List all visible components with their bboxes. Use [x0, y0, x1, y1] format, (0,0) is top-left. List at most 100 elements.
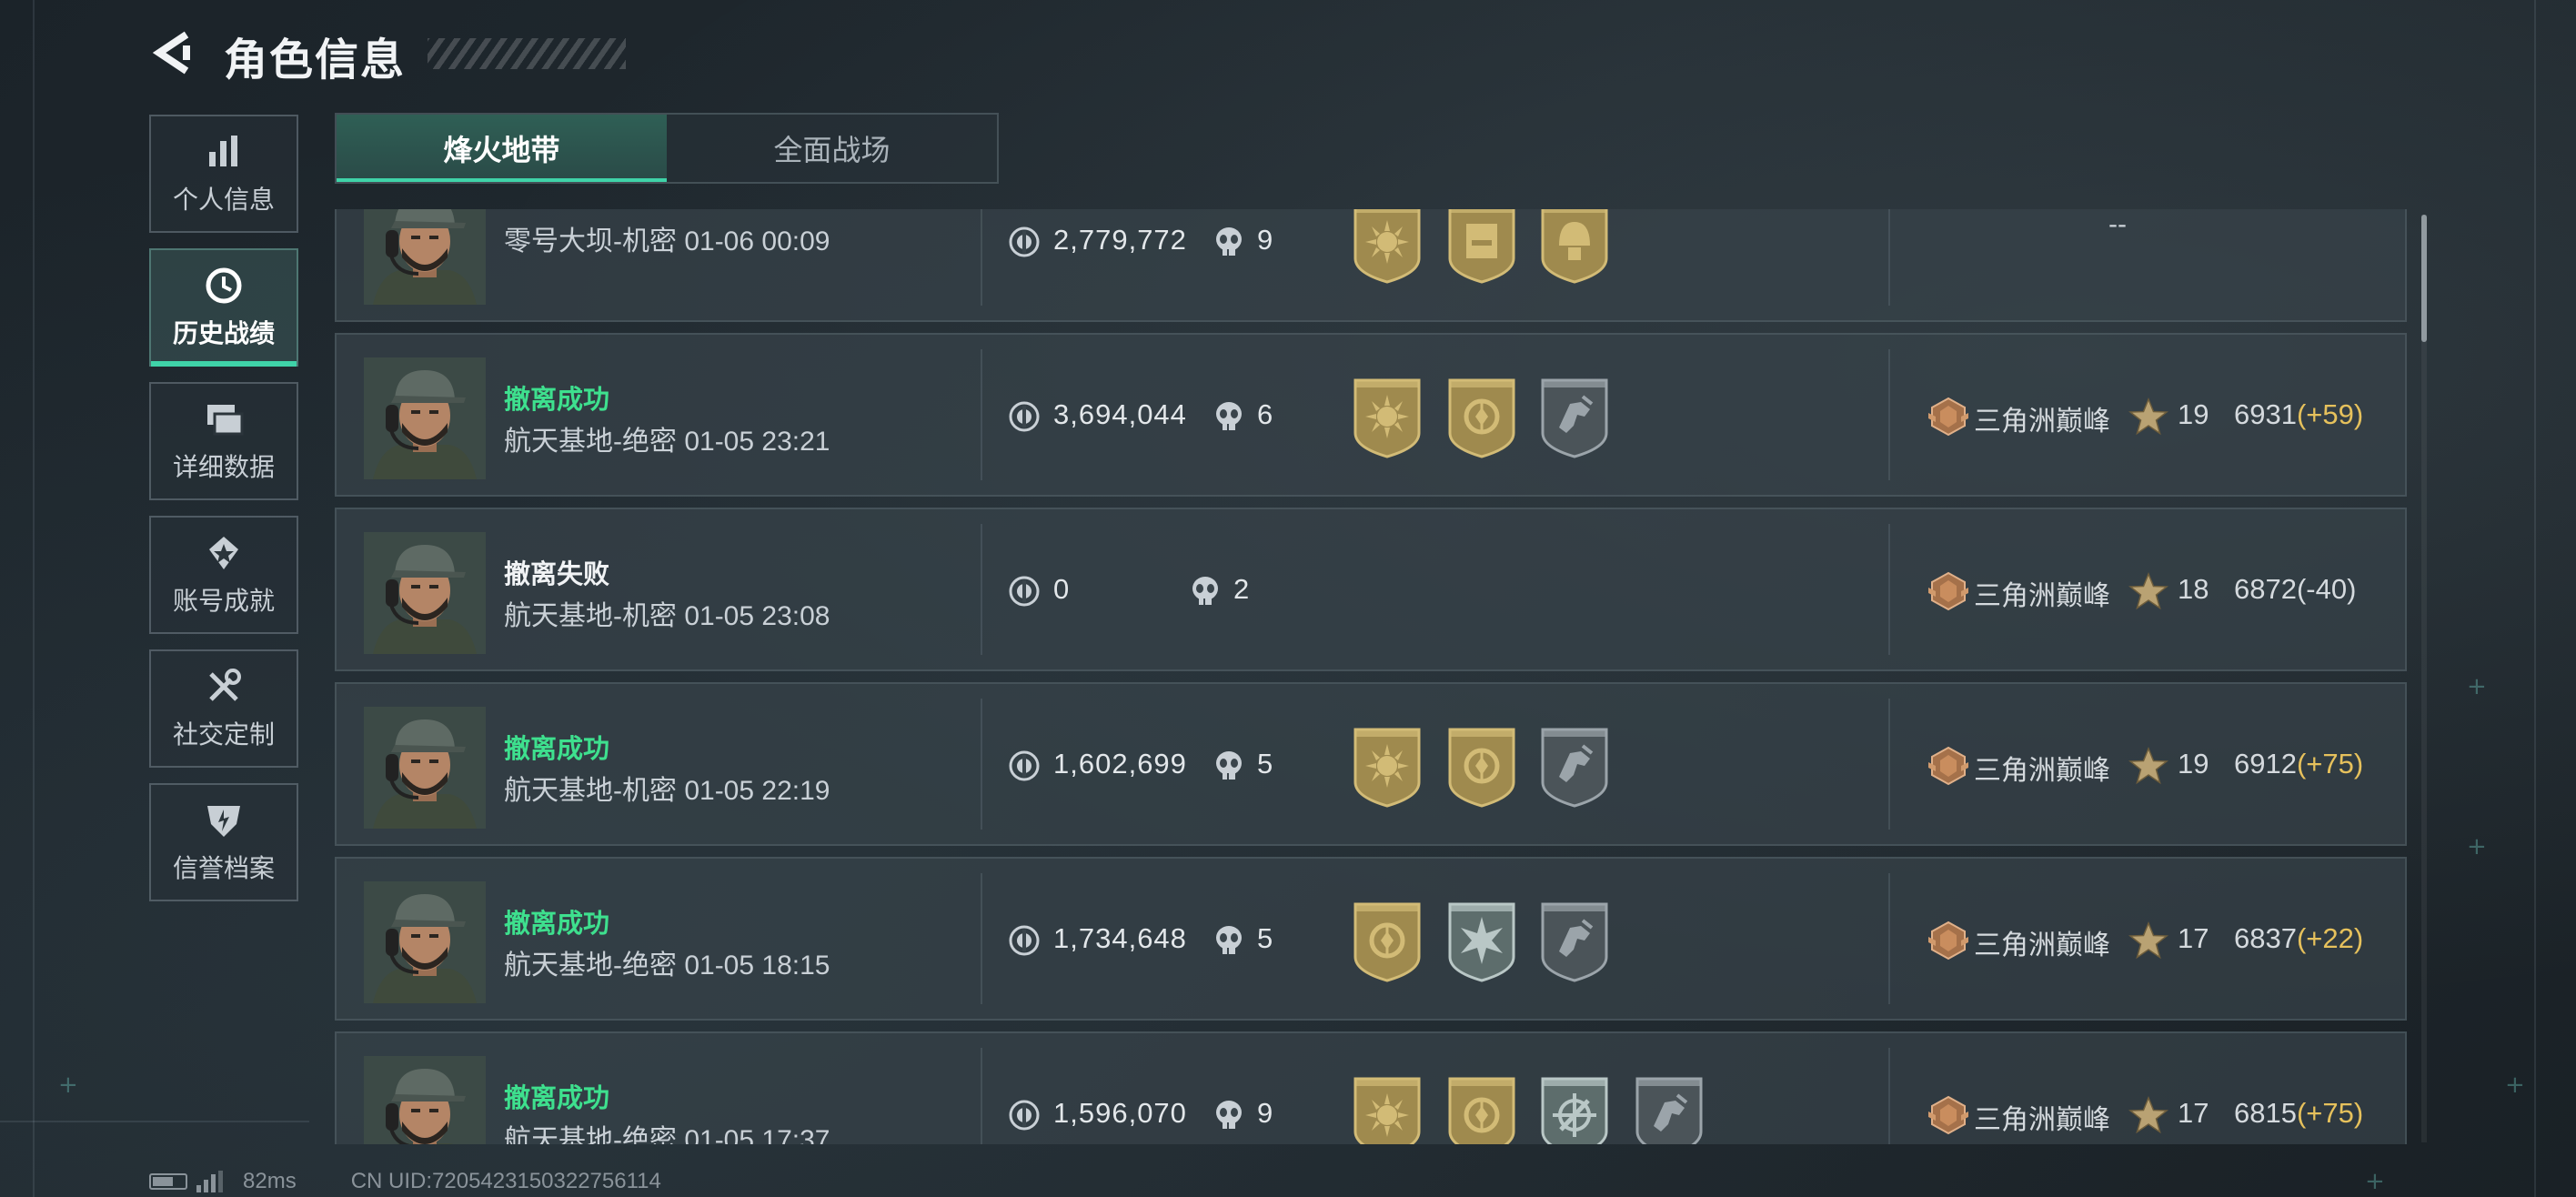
loot-value: 1,734,648 [1053, 922, 1187, 954]
back-arrow-icon [152, 31, 190, 75]
map-and-time: 航天基地-绝密 01-05 17:37 [504, 1125, 830, 1144]
match-record-row[interactable]: 撤离成功 航天基地-绝密 01-05 17:37 1,596,070 9 三角洲巅峰 17… [335, 1031, 2407, 1144]
column-divider [1888, 873, 1890, 1004]
shield-emblem-icon [203, 800, 245, 841]
sidebar-item-achievements[interactable]: 账号成就 [149, 516, 298, 634]
gold-sun-medal-icon[interactable] [1350, 209, 1424, 284]
rank-name: 三角洲巅峰 [1974, 756, 2110, 786]
tools-icon [203, 666, 245, 708]
operator-avatar [364, 707, 486, 829]
column-divider [1888, 209, 1890, 306]
rank-score: 6837(+22) [2234, 922, 2363, 955]
map-and-time: 零号大坝-机密 01-06 00:09 [504, 226, 830, 256]
rank-name: 三角洲巅峰 [1974, 930, 2110, 961]
score-delta: (+75) [2296, 748, 2364, 780]
score-delta: (-40) [2296, 573, 2357, 605]
match-record-row[interactable]: 撤离成功航天基地-绝密 01-05 18:15 1,734,648 5 三角洲巅峰 17… [335, 857, 2407, 1021]
column-divider [981, 524, 982, 655]
column-divider [981, 1048, 982, 1144]
star-icon [2128, 920, 2169, 961]
gold-sun-medal-icon[interactable] [1350, 377, 1424, 458]
gold-globe-medal-icon[interactable] [1444, 1075, 1519, 1144]
rank-badge-icon [1927, 919, 1970, 962]
rank-score: 6815(+75) [2234, 1097, 2363, 1130]
sidebar-item-label: 个人信息 [172, 186, 275, 214]
sidebar-item-history[interactable]: 历史战绩 [149, 248, 298, 367]
column-divider [981, 209, 982, 306]
score-value: 6872 [2234, 573, 2297, 605]
loot-value: 0 [1053, 573, 1071, 605]
kill-skull-icon [1213, 400, 1244, 433]
gold-box-medal-icon[interactable] [1444, 209, 1519, 284]
operator-avatar [364, 881, 486, 1003]
match-record-row[interactable]: 撤离失败 航天基地-机密 01-05 23:08 0 2 三角洲巅峰 18 6872(-40… [335, 508, 2407, 671]
loot-value: 3,694,044 [1053, 398, 1187, 430]
sidebar-item-label: 账号成就 [172, 587, 275, 615]
cards-icon [203, 398, 245, 440]
rank-score: 6931(+59) [2234, 398, 2363, 431]
column-divider [1888, 349, 1890, 480]
gold-globe-medal-icon[interactable] [1444, 726, 1519, 808]
scroll-thumb[interactable] [2421, 215, 2427, 342]
grey-hand-medal-icon[interactable] [1632, 1075, 1706, 1144]
kill-count: 2 [1233, 573, 1250, 605]
back-button[interactable] [146, 25, 202, 80]
currency-icon [1008, 749, 1041, 782]
rank-score: 6912(+75) [2234, 748, 2363, 780]
gold-sun-medal-icon[interactable] [1350, 726, 1424, 808]
operator-avatar [364, 357, 486, 479]
gold-helmet-medal-icon[interactable] [1537, 209, 1612, 284]
title-decoration [428, 38, 626, 69]
tab-full-battlefield[interactable]: 全面战场 [667, 115, 997, 182]
sidebar-item-label: 社交定制 [172, 720, 275, 749]
loot-value: 1,596,070 [1053, 1097, 1187, 1129]
rank-level: 17 [2178, 1097, 2209, 1129]
sidebar: 个人信息 历史战绩 详细数据 账号成就 社交定制 信誉档案 [149, 115, 302, 917]
rank-name: 三角洲巅峰 [1974, 1105, 2110, 1135]
rank-badge-icon [1927, 569, 1970, 613]
score-delta: (+59) [2296, 398, 2364, 430]
operator-avatar [364, 1056, 486, 1144]
silver-crosshair-medal-icon[interactable] [1537, 1075, 1612, 1144]
grey-hand-medal-icon[interactable] [1537, 900, 1612, 982]
match-history-list[interactable]: 零号大坝-机密 01-06 00:09 2,779,772 9 -- 撤离成功 航天基地-… [335, 209, 2407, 1144]
score-value: 6815 [2234, 1097, 2297, 1129]
sidebar-item-personal-info[interactable]: 个人信息 [149, 115, 298, 233]
sidebar-item-credit[interactable]: 信誉档案 [149, 783, 298, 901]
kill-count: 6 [1257, 398, 1273, 430]
kill-count: 5 [1257, 922, 1273, 954]
map-and-time: 航天基地-绝密 01-05 18:15 [504, 951, 830, 981]
column-divider [1888, 524, 1890, 655]
achievement-badge-icon [203, 532, 245, 574]
extraction-status: 撤离成功 [504, 910, 610, 939]
rank-level: 18 [2178, 573, 2209, 605]
tab-fenghuo-zone[interactable]: 烽火地带 [337, 115, 667, 182]
column-divider [1888, 1048, 1890, 1144]
page-title: 角色信息 [224, 36, 407, 85]
map-and-time: 航天基地-绝密 01-05 23:21 [504, 427, 830, 457]
kill-count: 9 [1257, 1097, 1273, 1129]
ping-text: 82ms [243, 1169, 297, 1193]
grey-hand-medal-icon[interactable] [1537, 726, 1612, 808]
match-record-row[interactable]: 撤离成功 航天基地-机密 01-05 22:19 1,602,699 5 三角洲巅峰 19… [335, 682, 2407, 846]
currency-icon [1008, 400, 1041, 433]
map-and-time: 航天基地-机密 01-05 23:08 [504, 601, 830, 631]
gold-globe-medal-icon[interactable] [1444, 377, 1519, 458]
match-record-row[interactable]: 撤离成功 航天基地-绝密 01-05 23:21 3,694,044 6 三角洲巅峰 19… [335, 333, 2407, 497]
scrollbar[interactable] [2421, 215, 2427, 1142]
signal-icon [196, 1171, 223, 1192]
uid-text: CN UID:7205423150322756114 [350, 1169, 661, 1193]
star-icon [2128, 571, 2169, 611]
grey-hand-medal-icon[interactable] [1537, 377, 1612, 458]
extraction-status: 撤离失败 [504, 560, 610, 589]
silver-burst-medal-icon[interactable] [1444, 900, 1519, 982]
kill-skull-icon [1213, 226, 1244, 258]
sidebar-item-detailed-data[interactable]: 详细数据 [149, 382, 298, 500]
currency-icon [1008, 226, 1041, 258]
gold-globe-medal-icon[interactable] [1350, 900, 1424, 982]
gold-sun-medal-icon[interactable] [1350, 1075, 1424, 1144]
extraction-status: 撤离成功 [504, 735, 610, 764]
match-record-row[interactable]: 零号大坝-机密 01-06 00:09 2,779,772 9 -- [335, 209, 2407, 322]
sidebar-item-social[interactable]: 社交定制 [149, 649, 298, 768]
rank-level: 17 [2178, 922, 2209, 954]
